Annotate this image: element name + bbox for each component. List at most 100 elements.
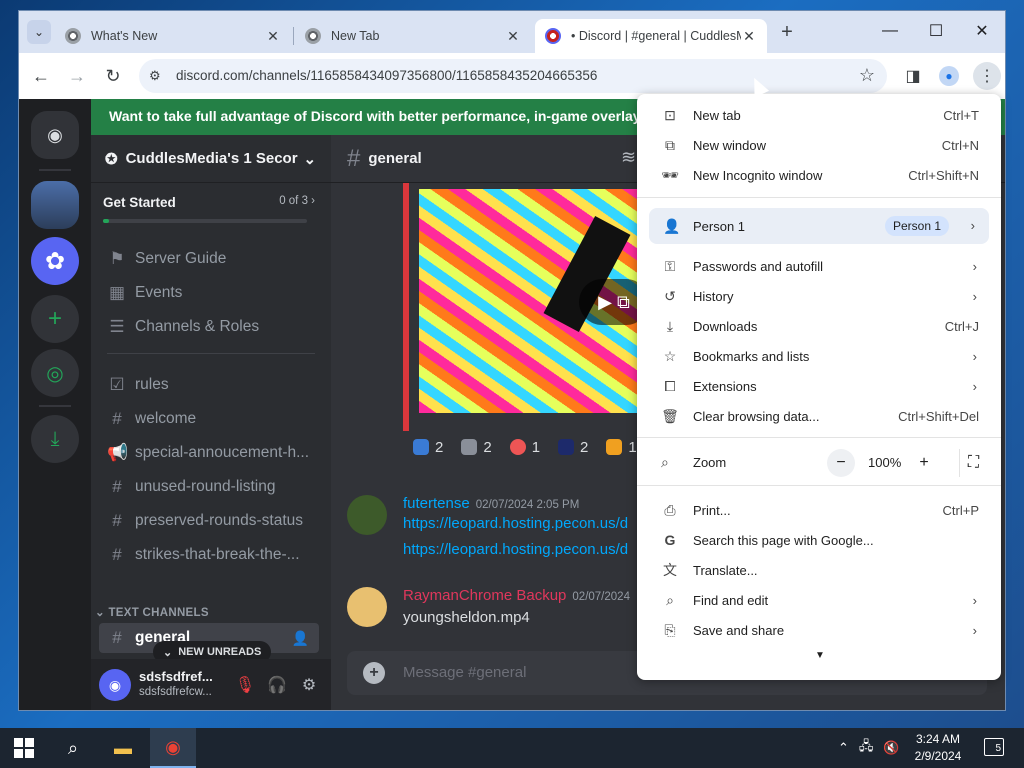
- chrome-taskbar-button[interactable]: ◉: [150, 728, 196, 768]
- zoom-in-button[interactable]: +: [910, 449, 938, 477]
- message-link[interactable]: https://leopard.hosting.pecon.us/d: [403, 541, 628, 558]
- menu-item-downloads[interactable]: ⤓ Downloads Ctrl+J: [637, 311, 1001, 341]
- tab-whats-new[interactable]: What's New ✕: [55, 19, 291, 53]
- close-icon[interactable]: ✕: [265, 28, 281, 45]
- get-started-panel[interactable]: Get Started 0 of 3 ›: [103, 195, 315, 223]
- arrow-left-icon: ←: [32, 65, 50, 86]
- menu-item-clear-browsing-data[interactable]: 🗑 Clear browsing data... Ctrl+Shift+Del: [637, 401, 1001, 431]
- bookmark-star-icon[interactable]: ☆: [859, 65, 875, 86]
- channel-special-annoucement[interactable]: 📢 special-annoucement-h...: [99, 437, 319, 469]
- menu-item-find-and-edit[interactable]: ⌕ Find and edit ›: [637, 585, 1001, 615]
- server-icon-1[interactable]: [31, 181, 79, 229]
- mic-muted-icon: 🎙: [234, 677, 256, 694]
- channel-unused-round-listing[interactable]: # unused-round-listing: [99, 471, 319, 503]
- video-embed[interactable]: ▶ ⧉: [419, 189, 659, 413]
- deafen-button[interactable]: 🎧: [265, 673, 289, 697]
- plus-icon: +: [369, 664, 379, 681]
- volume-muted-icon[interactable]: 🔇: [883, 740, 899, 756]
- mute-button[interactable]: 🎙: [233, 673, 257, 697]
- start-button[interactable]: [14, 738, 34, 758]
- address-bar[interactable]: ⚙ discord.com/channels/11658584340973568…: [139, 59, 887, 93]
- discord-logo-icon: ◉: [108, 676, 122, 693]
- hash-icon: #: [347, 144, 361, 172]
- back-button[interactable]: ←: [27, 62, 55, 90]
- server-icon-cuddles[interactable]: ✿: [31, 237, 79, 285]
- side-panel-button[interactable]: ◨: [901, 64, 925, 88]
- menu-item-person[interactable]: 👤 Person 1 Person 1 ›: [649, 208, 989, 244]
- nav-channels-roles[interactable]: ☰ Channels & Roles: [99, 311, 319, 343]
- nav-events[interactable]: ▦ Events: [99, 277, 319, 309]
- category-text-channels[interactable]: ⌄ TEXT CHANNELS: [95, 605, 209, 619]
- download-apps-button[interactable]: ⤓: [31, 415, 79, 463]
- menu-item-extensions[interactable]: ⧠ Extensions ›: [637, 371, 1001, 401]
- maximize-button[interactable]: ☐: [913, 11, 959, 51]
- profile-button[interactable]: ●: [937, 64, 961, 88]
- reaction[interactable]: 2: [407, 435, 449, 459]
- user-status: sdsfsdfrefcw...: [139, 686, 212, 698]
- message-link[interactable]: https://leopard.hosting.pecon.us/d: [403, 515, 628, 532]
- user-settings-button[interactable]: ⚙: [297, 673, 321, 697]
- channel-preserved-rounds-status[interactable]: # preserved-rounds-status: [99, 505, 319, 537]
- clock[interactable]: 3:24 AM 2/9/2024: [910, 731, 966, 765]
- network-icon[interactable]: 🖧: [859, 737, 874, 759]
- menu-item-passwords-autofill[interactable]: ⚿ Passwords and autofill ›: [637, 251, 1001, 281]
- attach-button[interactable]: +: [363, 662, 385, 684]
- close-window-button[interactable]: ✕: [959, 11, 1005, 51]
- add-server-button[interactable]: +: [31, 295, 79, 343]
- minimize-icon: —: [882, 22, 898, 39]
- menu-item-save-and-share[interactable]: ⎘ Save and share ›: [637, 615, 1001, 645]
- message-author[interactable]: RaymanChrome Backup 02/07/2024: [403, 587, 630, 604]
- file-explorer-button[interactable]: ▬: [100, 728, 146, 768]
- reaction[interactable]: 1: [504, 435, 546, 459]
- avatar[interactable]: ◉: [99, 669, 131, 701]
- chrome-menu-button[interactable]: ⋮: [973, 62, 1001, 90]
- new-tab-button[interactable]: +: [777, 22, 797, 43]
- share-icon: ⎘: [664, 621, 676, 638]
- menu-item-new-tab[interactable]: ⊡ New tab Ctrl+T: [637, 100, 1001, 130]
- menu-item-search-page-google[interactable]: G Search this page with Google...: [637, 525, 1001, 555]
- reload-button[interactable]: ↻: [99, 62, 127, 90]
- embed-accent-bar: [403, 183, 409, 431]
- avatar[interactable]: [347, 495, 387, 535]
- tab-discord[interactable]: • Discord | #general | CuddlesM ✕: [535, 19, 767, 53]
- fullscreen-button[interactable]: ⛶: [959, 449, 987, 477]
- avatar[interactable]: [347, 587, 387, 627]
- message-author[interactable]: futertense 02/07/2024 2:05 PM: [403, 495, 579, 512]
- search-icon: ⌕: [67, 737, 79, 758]
- channel-strikes[interactable]: # strikes-that-break-the-...: [99, 539, 319, 571]
- search-button[interactable]: ⌕: [50, 728, 96, 768]
- minimize-button[interactable]: —: [867, 11, 913, 51]
- chrome-menu: ⊡ New tab Ctrl+T ⧉ New window Ctrl+N 🕶 New In…: [637, 94, 1001, 680]
- menu-item-history[interactable]: ↺ History ›: [637, 281, 1001, 311]
- reaction[interactable]: 2: [455, 435, 497, 459]
- server-header[interactable]: ✪ CuddlesMedia's 1 Secor ⌄: [91, 135, 331, 183]
- nav-server-guide[interactable]: ⚑ Server Guide: [99, 243, 319, 275]
- threads-icon[interactable]: ≋: [621, 147, 636, 168]
- menu-item-new-incognito-window[interactable]: 🕶 New Incognito window Ctrl+Shift+N: [637, 160, 1001, 190]
- channel-rules[interactable]: ☑ rules: [99, 369, 319, 401]
- menu-item-new-window[interactable]: ⧉ New window Ctrl+N: [637, 130, 1001, 160]
- side-panel-icon: ◨: [905, 68, 921, 85]
- compass-icon: ◎: [46, 362, 64, 385]
- scroll-more-icon[interactable]: ▼: [815, 650, 825, 661]
- emoji-icon: [606, 439, 623, 455]
- menu-separator: [637, 485, 1001, 486]
- site-info-icon[interactable]: ⚙: [149, 68, 165, 84]
- close-icon[interactable]: ✕: [741, 28, 757, 45]
- forward-button[interactable]: →: [63, 62, 91, 90]
- channel-welcome[interactable]: # welcome: [99, 403, 319, 435]
- tab-new-tab[interactable]: New Tab ✕: [295, 19, 531, 53]
- close-icon[interactable]: ✕: [505, 28, 521, 45]
- add-member-icon[interactable]: 👤: [292, 630, 309, 647]
- discord-home-button[interactable]: ◉: [31, 111, 79, 159]
- chevron-up-icon[interactable]: ⌃: [838, 740, 849, 756]
- menu-item-bookmarks[interactable]: ☆ Bookmarks and lists ›: [637, 341, 1001, 371]
- chevron-down-icon: ⌄: [163, 646, 173, 659]
- tab-search-button[interactable]: ⌄: [27, 20, 51, 44]
- menu-item-translate[interactable]: 文 Translate...: [637, 555, 1001, 585]
- reaction[interactable]: 2: [552, 435, 594, 459]
- menu-item-print[interactable]: ⎙ Print... Ctrl+P: [637, 495, 1001, 525]
- explore-servers-button[interactable]: ◎: [31, 349, 79, 397]
- notifications-button[interactable]: 5: [984, 738, 1004, 756]
- zoom-out-button[interactable]: −: [827, 449, 855, 477]
